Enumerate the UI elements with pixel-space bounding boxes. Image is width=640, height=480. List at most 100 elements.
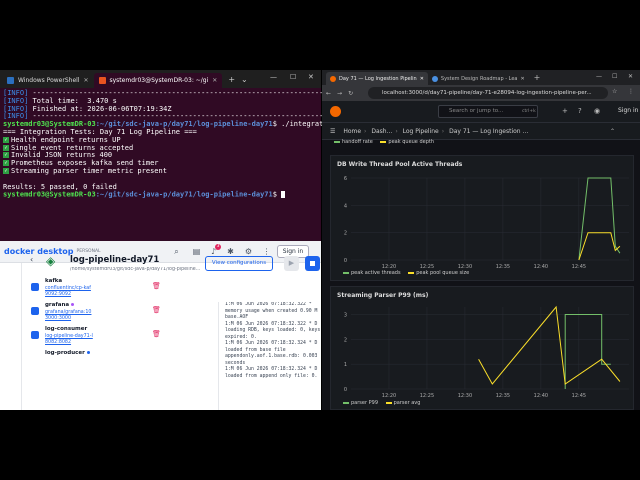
- legend-item[interactable]: peak active threads: [351, 270, 401, 276]
- prompt-path: :~/git/sdc-java-p/day71/log-pipeline-day…: [95, 120, 273, 129]
- log-line: 1:M 06 Jun 2026 07:18:32.324 * D: [225, 341, 318, 346]
- panel-legend: parser P99 parser avg: [343, 400, 426, 406]
- grid-icon[interactable]: ⋮: [262, 247, 271, 256]
- terminal-output: [INFO] ---------------------------------…: [3, 89, 433, 200]
- close-window-icon[interactable]: ✕: [308, 73, 314, 81]
- ubuntu-icon: [98, 77, 106, 84]
- log-tag: [INFO]: [3, 89, 33, 97]
- container-row-kafka[interactable]: kafka confluentinc/cp-kaf 9092:9092 🗑: [28, 277, 218, 301]
- image-link[interactable]: grafana/grafana:10: [45, 310, 91, 315]
- x-tick-label: 12:40: [534, 264, 548, 270]
- docker-sidebar: [0, 263, 22, 410]
- minimize-icon[interactable]: —: [270, 73, 277, 81]
- log-line: Total time: 3.470 s: [32, 96, 117, 105]
- image-link[interactable]: confluentinc/cp-kaf: [45, 286, 91, 291]
- log-tag: [INFO]: [3, 96, 33, 105]
- breadcrumb-folder[interactable]: Log Pipeline: [403, 128, 439, 135]
- log-line: loading RDB, keys loaded: 0, keys: [225, 328, 321, 333]
- port-link[interactable]: 9092:9092: [45, 292, 71, 297]
- legend-item[interactable]: peak queue depth: [388, 139, 434, 145]
- url-input[interactable]: localhost:3000/d/day71-pipeline/day-71-e…: [368, 87, 608, 99]
- legend-item[interactable]: peak pool queue size: [416, 270, 469, 276]
- breadcrumb-dashboards[interactable]: Dash...: [371, 128, 392, 135]
- tab-roadmap[interactable]: System Design Roadmap - Lea ✕: [428, 72, 529, 85]
- extensions-icon[interactable]: ✱: [226, 247, 235, 256]
- log-line: loaded from append only file: 0.: [225, 373, 318, 379]
- stop-button[interactable]: [305, 256, 320, 271]
- close-icon[interactable]: ✕: [83, 77, 88, 84]
- tab-powershell[interactable]: Windows PowerShell ✕: [2, 73, 94, 88]
- grafana-favicon: [330, 75, 336, 82]
- view-configurations-button[interactable]: View configurations: [205, 256, 273, 271]
- x-tick-label: 12:20: [382, 393, 396, 399]
- breadcrumb-dashboard[interactable]: Day 71 — Log Ingestion ...: [449, 128, 528, 135]
- back-icon[interactable]: ‹: [30, 255, 33, 264]
- chevron-down-icon[interactable]: ⌄: [241, 75, 248, 84]
- chart-parser-p99: 0 1 2 3 12:20 12:25 12:30 12:35 12:40 12:45: [344, 305, 629, 399]
- trash-icon[interactable]: 🗑: [152, 306, 161, 314]
- new-tab-icon[interactable]: +: [228, 75, 235, 84]
- rss-icon[interactable]: ◉: [594, 107, 600, 115]
- maximize-icon[interactable]: ☐: [612, 73, 617, 80]
- container-row-log-consumer[interactable]: log-consumer log-pipeline-day71-l 8082:80…: [28, 325, 218, 349]
- tab-grafana[interactable]: Day 71 — Log Ingestion Pipelin ✕: [326, 72, 428, 85]
- tab-label: Day 71 — Log Ingestion Pipelin: [339, 75, 417, 82]
- status-dot: [86, 351, 90, 354]
- star-icon[interactable]: ☆: [612, 88, 617, 95]
- grafana-topbar: Search or jump to... ctrl+k + ? ◉ Sign i…: [322, 101, 640, 123]
- port-link[interactable]: 3000:3000: [45, 316, 71, 321]
- menu-icon[interactable]: ☰: [330, 128, 335, 135]
- breadcrumb-home[interactable]: Home: [343, 128, 361, 135]
- browser-tabbar: Day 71 — Log Ingestion Pipelin ✕ System …: [322, 70, 640, 85]
- close-icon[interactable]: ✕: [520, 76, 524, 82]
- port-link[interactable]: 8082:8082: [45, 340, 71, 345]
- sign-in-link[interactable]: Sign in: [618, 107, 638, 114]
- tab-ubuntu[interactable]: systemdr03@SystemDR-03: ~/gi ✕: [93, 73, 223, 88]
- plan-badge: PERSONAL: [76, 249, 101, 254]
- maximize-icon[interactable]: ☐: [290, 73, 296, 81]
- powershell-icon: [7, 77, 14, 84]
- legend-item[interactable]: parser avg: [394, 400, 421, 406]
- collapse-icon[interactable]: ⌃: [610, 123, 615, 140]
- x-tick-label: 12:35: [496, 264, 510, 270]
- log-line: expired: 0.: [225, 334, 257, 340]
- log-line: loaded from base file: [225, 347, 286, 353]
- container-row-grafana[interactable]: grafana grafana/grafana:10 3000:3000 🗑: [28, 301, 218, 325]
- stack-icon: ◈: [46, 254, 56, 268]
- terminal-cursor[interactable]: [281, 191, 286, 199]
- start-button[interactable]: ▶: [284, 256, 299, 271]
- container-row-log-producer[interactable]: log-producer: [28, 349, 218, 373]
- image-link[interactable]: log-pipeline-day71-l: [45, 334, 93, 339]
- check-icon: ✓: [3, 136, 9, 143]
- plus-icon[interactable]: +: [562, 107, 568, 115]
- panel-db-write-threads[interactable]: DB Write Thread Pool Active Threads 0246…: [330, 155, 634, 281]
- container-icon: [31, 307, 39, 315]
- learn-icon[interactable]: ▤: [192, 247, 201, 256]
- help-icon[interactable]: ?: [578, 107, 582, 115]
- grafana-logo[interactable]: [330, 106, 341, 117]
- menu-icon[interactable]: ⋮: [628, 88, 634, 95]
- y-tick-label: 0: [344, 387, 347, 393]
- container-icon: [31, 331, 39, 339]
- trash-icon[interactable]: 🗑: [152, 330, 161, 338]
- minimize-icon[interactable]: —: [596, 73, 602, 80]
- gear-icon[interactable]: ⚙: [244, 247, 253, 256]
- close-icon[interactable]: ✕: [420, 76, 424, 82]
- close-window-icon[interactable]: ✕: [628, 73, 633, 80]
- new-tab-icon[interactable]: +: [534, 73, 541, 82]
- series-line: [478, 305, 621, 385]
- check-icon: ✓: [3, 160, 9, 167]
- legend-item[interactable]: parser P99: [351, 400, 378, 406]
- check-line: Streaming parser timer metric present: [11, 166, 167, 175]
- close-icon[interactable]: ✕: [212, 77, 217, 84]
- search-icon[interactable]: ⌕: [172, 247, 181, 256]
- container-name: log-consumer: [45, 326, 88, 332]
- forward-icon[interactable]: →: [337, 90, 342, 97]
- legend-item[interactable]: handoff rate: [342, 139, 373, 145]
- panel-streaming-parser[interactable]: Streaming Parser P99 (ms) 0 1 2 3 12:20 12:25…: [330, 286, 634, 410]
- back-icon[interactable]: ←: [326, 90, 331, 97]
- log-line: 1:M 06 Jun 2026 07:18:32.322 * D: [225, 321, 318, 327]
- trash-icon[interactable]: 🗑: [152, 282, 161, 290]
- tab-label: systemdr03@SystemDR-03: ~/gi: [109, 77, 209, 84]
- reload-icon[interactable]: ↻: [348, 90, 353, 97]
